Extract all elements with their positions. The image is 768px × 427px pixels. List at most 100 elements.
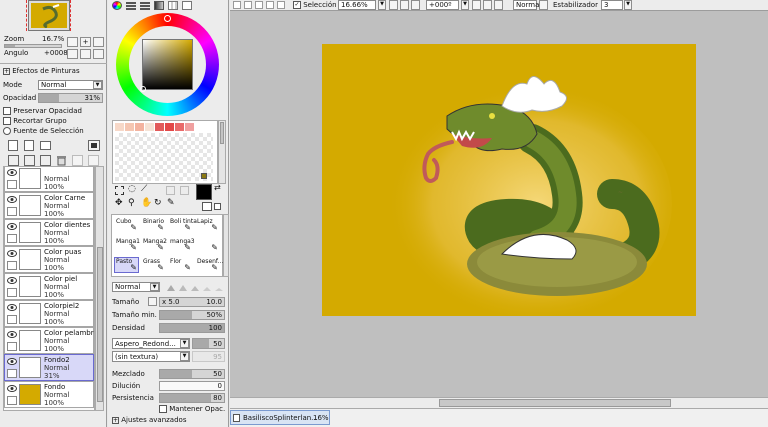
eyedropper-icon[interactable]: ✎ — [167, 199, 175, 208]
layer-row[interactable]: Color Carne Normal 100% — [4, 192, 94, 219]
layer-lock-toggle[interactable] — [7, 315, 17, 324]
chevron-down-icon[interactable]: ▼ — [461, 0, 469, 10]
foreground-color-swatch[interactable] — [196, 184, 212, 200]
zoom-in-button[interactable]: + — [80, 37, 91, 47]
color-wheel[interactable] — [116, 13, 219, 116]
tool-slot[interactable] — [180, 186, 189, 195]
brush-blend-select[interactable]: Normal ▼ — [112, 282, 160, 292]
eye-icon[interactable] — [7, 276, 17, 285]
chevron-down-icon[interactable]: ▼ — [378, 0, 386, 10]
merge-down-button[interactable] — [24, 155, 35, 166]
eye-icon[interactable] — [7, 222, 17, 231]
eye-icon[interactable] — [7, 330, 17, 339]
swatch-scrollbar[interactable] — [218, 120, 226, 184]
rect-select-icon[interactable] — [115, 186, 124, 195]
canvas-area[interactable]: ~ — [230, 11, 768, 397]
size-slider[interactable]: x 5.0 10.0 — [159, 297, 225, 307]
opacity-slider[interactable]: 31% — [38, 93, 103, 103]
effects-header[interactable]: + Efectos de Pinturas — [3, 67, 80, 76]
swatch-cell[interactable] — [201, 173, 207, 179]
toolbar-button[interactable] — [277, 1, 285, 9]
swatch-cell[interactable] — [155, 123, 164, 131]
zoom-in-button[interactable] — [400, 0, 409, 10]
layer-mode-select[interactable]: Normal ▼ — [38, 80, 103, 90]
swatch-cell[interactable] — [175, 123, 184, 131]
size-lock-button[interactable] — [148, 297, 157, 306]
angle-select[interactable]: +000º — [426, 0, 459, 10]
layer-option-button[interactable] — [72, 155, 83, 166]
eye-icon[interactable] — [7, 195, 17, 204]
rotate-reset-button[interactable] — [93, 49, 104, 59]
background-color-swatch[interactable] — [202, 202, 212, 211]
swatch-icon[interactable] — [168, 1, 178, 10]
brush-slot[interactable]: ✎ — [195, 237, 220, 253]
swatch-cell[interactable] — [165, 123, 174, 131]
brush-scrollbar[interactable] — [223, 214, 229, 277]
zoom-slider[interactable] — [4, 44, 62, 48]
swap-colors-icon[interactable]: ⇄ — [214, 183, 221, 192]
mix-slider[interactable]: 50 — [159, 369, 225, 379]
mix-color-icon[interactable] — [154, 1, 164, 10]
eye-icon[interactable] — [7, 168, 17, 177]
magic-wand-icon[interactable]: ⟋ — [141, 185, 147, 194]
clip-group-checkbox[interactable]: Recortar Grupo — [3, 117, 67, 126]
layer-row[interactable]: Colorpiel2 Normal 100% — [4, 300, 94, 327]
toolbar-button[interactable] — [233, 1, 241, 9]
brush-slot[interactable]: Cubo ✎ — [114, 217, 139, 233]
canvas-hscrollbar[interactable] — [230, 397, 768, 408]
eye-icon[interactable] — [7, 357, 17, 366]
rotate-right-button[interactable] — [483, 0, 492, 10]
eye-icon[interactable] — [7, 384, 17, 393]
color-cursor[interactable] — [140, 86, 146, 92]
zoom-fit-button[interactable] — [411, 0, 420, 10]
zoom-select[interactable]: 16.66% — [338, 0, 376, 10]
scrollbar-thumb[interactable] — [439, 399, 671, 407]
chevron-down-icon[interactable]: ▼ — [624, 0, 632, 10]
move-icon[interactable]: ✥ — [115, 199, 123, 208]
layer-row[interactable]: Normal 100% — [4, 167, 94, 192]
layer-lock-toggle[interactable] — [7, 261, 17, 270]
new-vector-layer-button[interactable] — [24, 140, 34, 151]
blend-mode-select[interactable]: Normal — [513, 0, 541, 10]
rotate-right-button[interactable] — [80, 49, 91, 59]
rotate-icon[interactable]: ↻ — [154, 199, 162, 208]
layer-row[interactable]: Color dientes Normal 100% — [4, 219, 94, 246]
transparent-color-swatch[interactable] — [214, 203, 221, 210]
brush-slot[interactable]: Binario ✎ — [141, 217, 166, 233]
new-layer-button[interactable] — [8, 140, 18, 151]
toolbar-button[interactable] — [539, 0, 548, 10]
selection-checkbox[interactable]: ✓ Selección — [293, 1, 337, 10]
artwork-canvas[interactable]: ~ — [322, 44, 696, 324]
transfer-down-button[interactable] — [8, 155, 19, 166]
brush-slot[interactable]: Boli tinta ✎ — [168, 217, 197, 233]
rotate-reset-button[interactable] — [494, 0, 503, 10]
rgb-slider-icon[interactable] — [126, 1, 136, 10]
stabilizer-select[interactable]: 3 — [601, 0, 623, 10]
swatch-cell[interactable] — [135, 123, 144, 131]
brush-shape-strength-slider[interactable]: 50 — [192, 338, 225, 349]
zoom-out-button[interactable] — [389, 0, 398, 10]
texture-strength-slider[interactable]: 95 — [192, 351, 225, 362]
rotate-left-button[interactable] — [472, 0, 481, 10]
new-folder-button[interactable] — [40, 141, 51, 150]
layer-lock-toggle[interactable] — [7, 207, 17, 216]
color-wheel-icon[interactable] — [112, 1, 122, 10]
hand-icon[interactable]: ✋ — [141, 199, 152, 208]
dilution-slider[interactable]: 0 — [159, 381, 225, 391]
brush-slot[interactable]: Lapiz ✎ — [195, 217, 220, 233]
hsv-slider-icon[interactable] — [140, 1, 150, 10]
persistence-slider[interactable]: 80 — [159, 393, 225, 403]
delete-layer-button[interactable] — [56, 155, 67, 166]
swatch-cell[interactable] — [185, 123, 194, 131]
layer-list-scrollbar[interactable] — [95, 166, 104, 411]
layer-mask-button[interactable] — [88, 140, 100, 151]
scrollbar-thumb[interactable] — [97, 247, 103, 402]
scratchpad-icon[interactable] — [182, 1, 192, 10]
saturation-value-square[interactable] — [140, 39, 193, 92]
brush-slot[interactable]: Pasto ✎ — [114, 257, 139, 273]
zoom-reset-button[interactable] — [93, 37, 104, 47]
eye-icon[interactable] — [7, 303, 17, 312]
brush-shape-select[interactable]: Aspero_Redond... ▼ — [112, 338, 190, 349]
layer-option-button[interactable] — [88, 155, 99, 166]
brush-slot[interactable]: Grass ✎ — [141, 257, 166, 273]
